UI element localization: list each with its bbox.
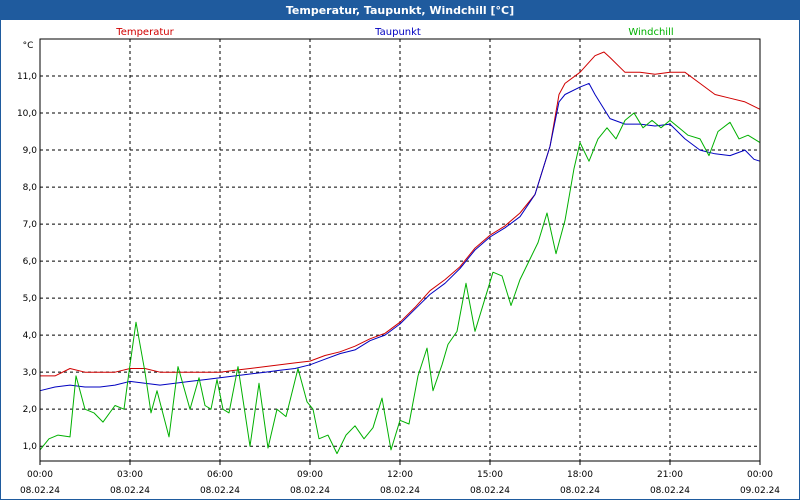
x-tick-time-label: 03:00 xyxy=(117,470,143,480)
y-axis-label: °C xyxy=(23,41,34,51)
x-tick-date-label: 08.02.24 xyxy=(560,486,600,496)
y-tick-label: 10,0 xyxy=(17,109,37,119)
x-tick-date-label: 08.02.24 xyxy=(470,486,510,496)
legend-entry-windchill: Windchill xyxy=(628,27,673,38)
x-tick-time-label: 18:00 xyxy=(567,470,593,480)
x-tick-date-label: 08.02.24 xyxy=(650,486,690,496)
x-tick-time-label: 09:00 xyxy=(297,470,323,480)
y-tick-label: 4,0 xyxy=(23,331,38,341)
y-tick-label: 2,0 xyxy=(23,405,38,415)
y-tick-label: 9,0 xyxy=(23,146,38,156)
chart-canvas: 1,0 2,0 3,0 4,0 5,0 6,0 7,0 8,0 9,0 10,0 11,0 00:00… xyxy=(17,27,780,496)
grid-lines xyxy=(40,39,760,461)
x-tick-time-label: 21:00 xyxy=(657,470,683,480)
legend-entry-taupunkt: Taupunkt xyxy=(374,27,421,38)
y-tick-label: 7,0 xyxy=(23,220,38,230)
y-tick-label: 8,0 xyxy=(23,183,38,193)
x-tick-date-label: 08.02.24 xyxy=(380,486,420,496)
x-tick-time-label: 12:00 xyxy=(387,470,413,480)
y-tick-label: 11,0 xyxy=(17,72,37,82)
x-tick-time-label: 00:00 xyxy=(747,470,773,480)
y-tick-label: 5,0 xyxy=(23,294,38,304)
legend-entry-temperatur: Temperatur xyxy=(115,27,174,38)
y-tick-label: 1,0 xyxy=(23,442,38,452)
x-tick-time-label: 00:00 xyxy=(27,470,53,480)
y-tick-label: 3,0 xyxy=(23,368,38,378)
x-tick-date-label: 08.02.24 xyxy=(200,486,240,496)
x-tick-date-label: 08.02.24 xyxy=(20,486,60,496)
x-tick-time-label: 15:00 xyxy=(477,470,503,480)
x-tick-date-label: 09.02.24 xyxy=(740,486,780,496)
x-tick-date-label: 08.02.24 xyxy=(290,486,330,496)
x-tick-time-label: 06:00 xyxy=(207,470,233,480)
legend: Temperatur Taupunkt Windchill xyxy=(115,27,673,38)
y-tick-label: 6,0 xyxy=(23,257,38,267)
x-tick-date-label: 08.02.24 xyxy=(110,486,150,496)
chart-window: Temperatur, Taupunkt, Windchill [°C] 1,0… xyxy=(0,0,800,500)
